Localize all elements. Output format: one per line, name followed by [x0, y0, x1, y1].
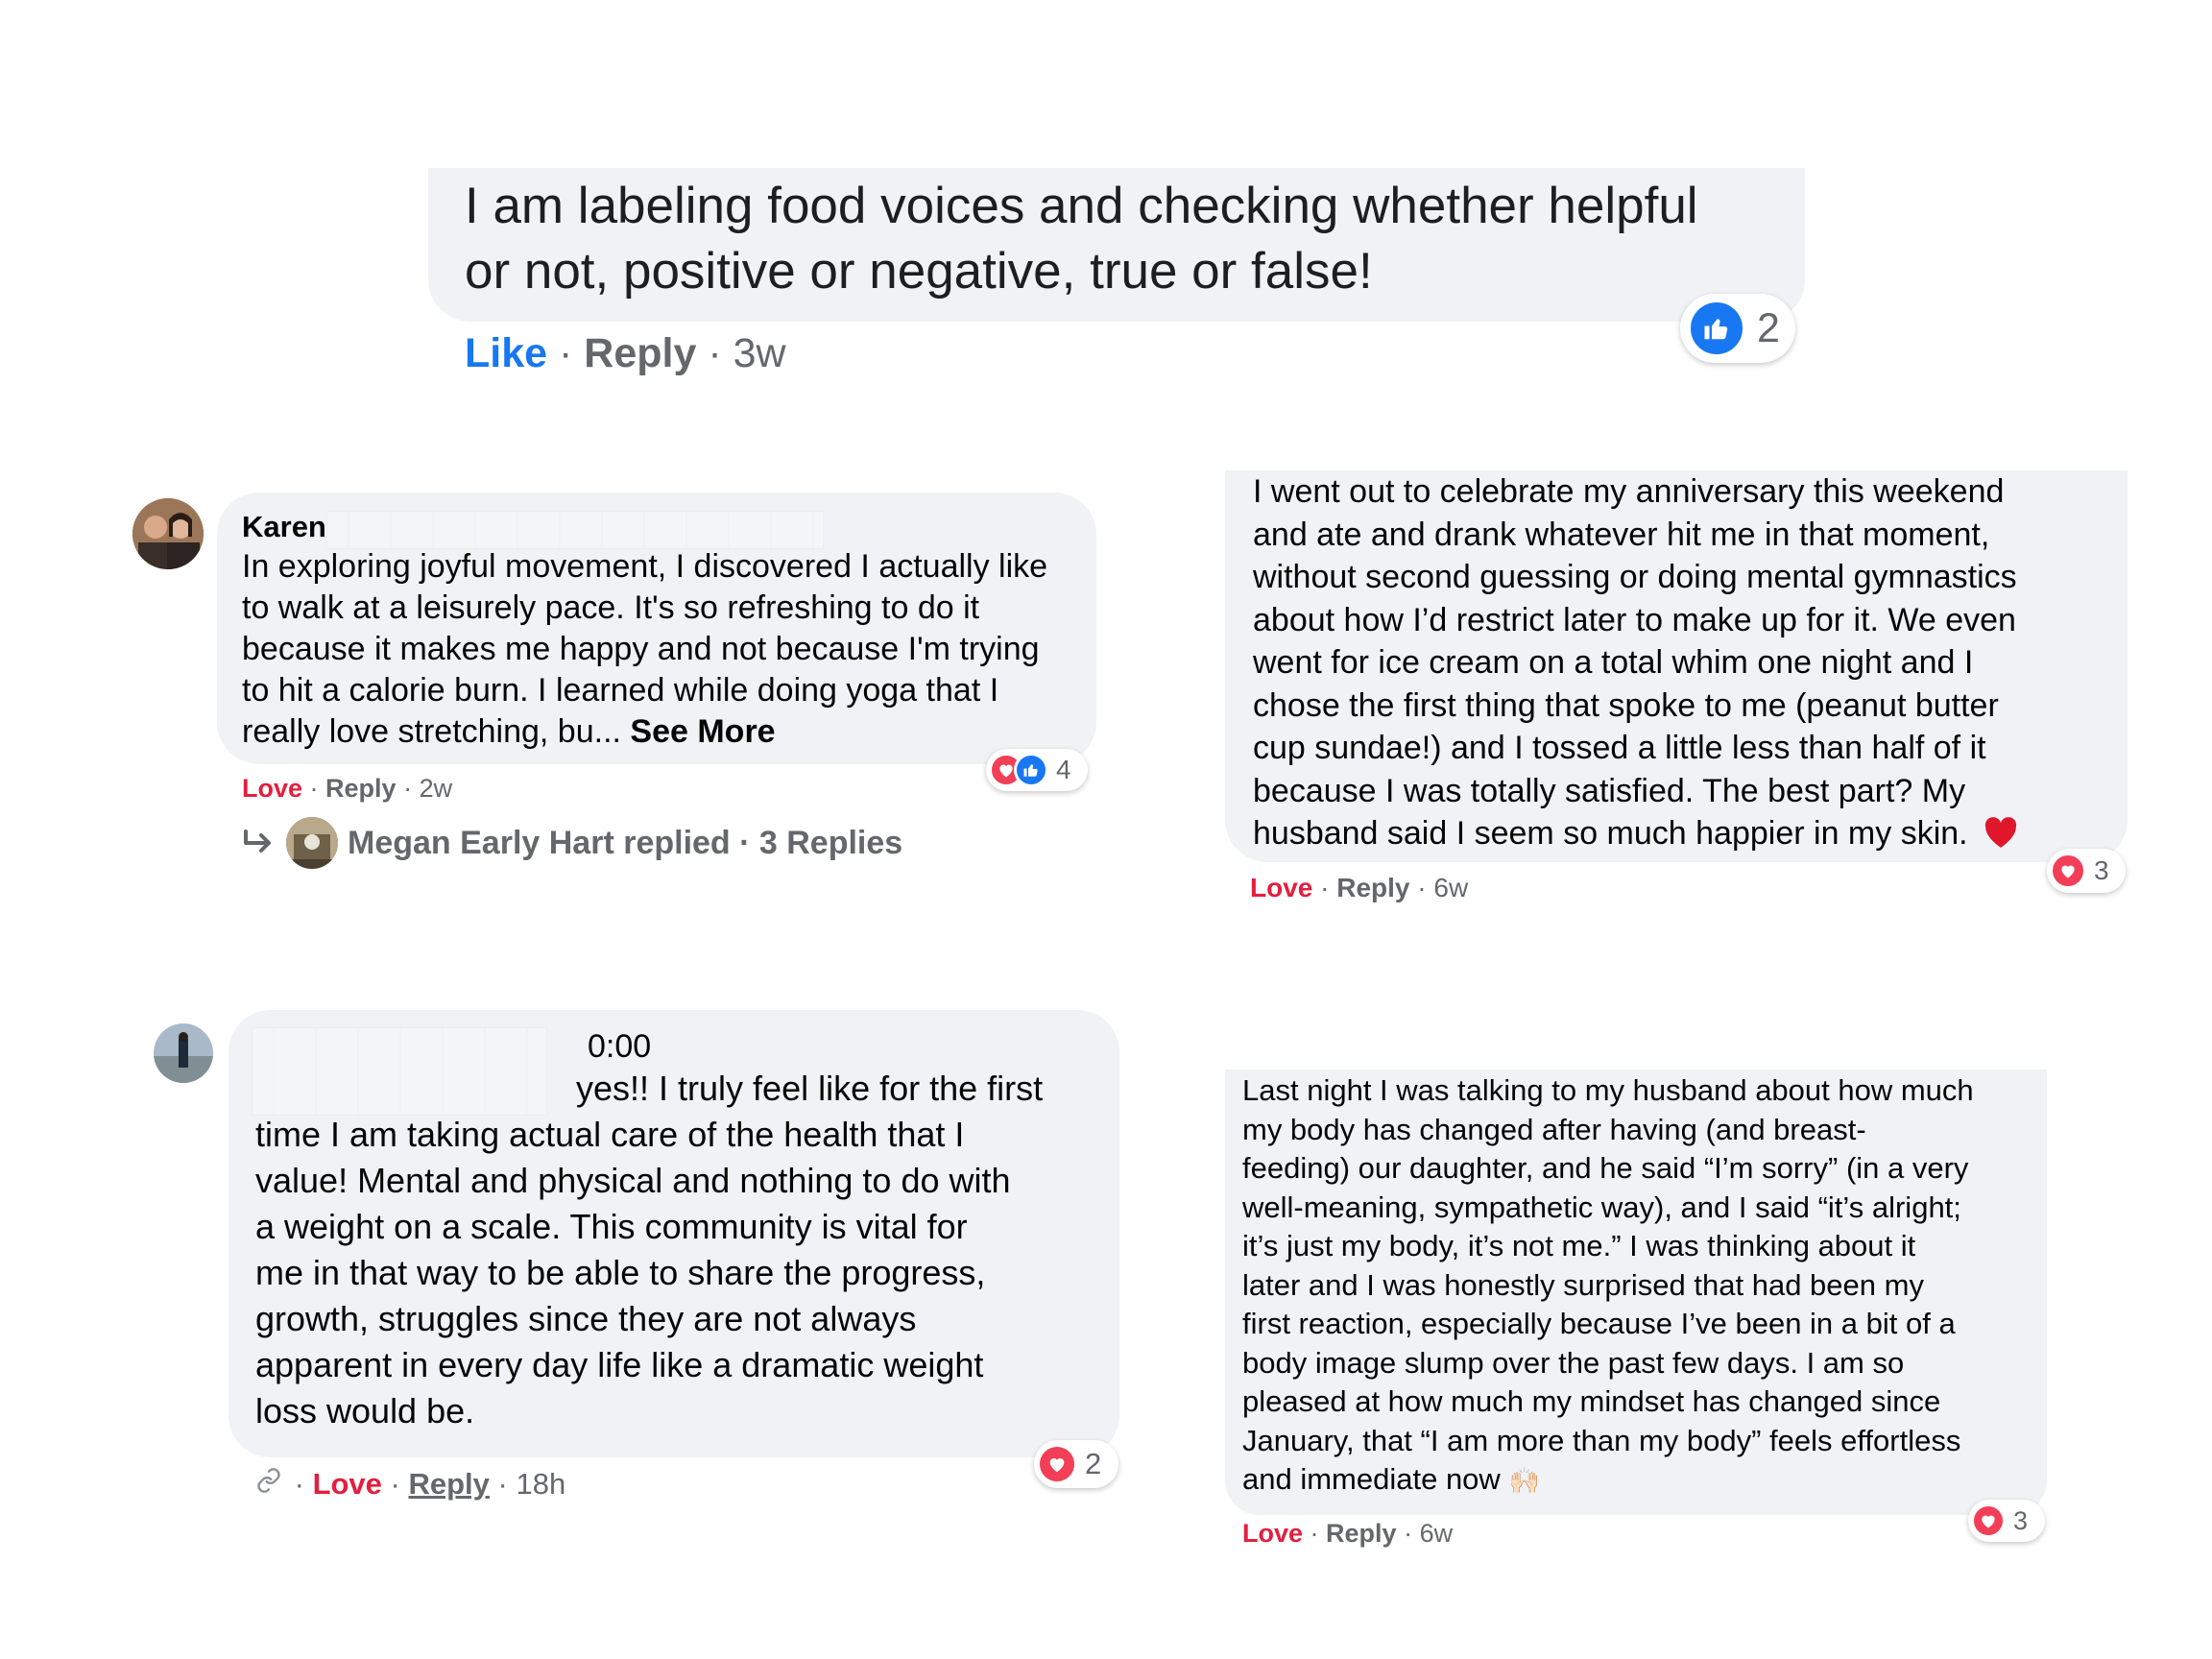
love-button[interactable]: Love — [1242, 1519, 1303, 1548]
comment-text: time I am taking actual care of the heal… — [255, 1115, 1011, 1431]
love-button[interactable]: Love — [1250, 873, 1312, 902]
replies-summary: Megan Early Hart replied · 3 Replies — [348, 824, 903, 861]
comment-actions-3: Love · Reply · 6w — [1250, 873, 1469, 902]
reaction-count: 2 — [1757, 304, 1780, 351]
timestamp: 18h — [516, 1467, 566, 1501]
reaction-badge-1[interactable]: 2 — [1680, 294, 1795, 363]
love-button[interactable]: Love — [242, 774, 302, 803]
redacted-audio-player — [252, 1027, 547, 1116]
comment-actions-4: · Love · Reply · 18h — [255, 1465, 565, 1503]
heart-reaction-icon — [1037, 1444, 1077, 1484]
reaction-badge-3[interactable]: 3 — [2047, 849, 2126, 893]
audio-timestamp: 0:00 — [588, 1028, 652, 1065]
reaction-count: 3 — [2013, 1505, 2029, 1535]
comment-text-first-line: yes!! I truly feel like for the first — [576, 1069, 1044, 1108]
comment-text: I am labeling food voices and checking w… — [465, 178, 1698, 300]
comment-bubble-3: I went out to celebrate my anniversary t… — [1225, 470, 2128, 862]
heart-emoji — [1983, 815, 2019, 861]
replies-row[interactable]: Megan Early Hart replied · 3 Replies — [242, 816, 902, 870]
comment-text: I went out to celebrate my anniversary t… — [1253, 473, 2017, 852]
reply-button[interactable]: Reply — [1336, 873, 1409, 902]
reply-button[interactable]: Reply — [1326, 1519, 1397, 1548]
heart-reaction-icon — [1971, 1503, 2006, 1538]
comment-actions-5: Love · Reply · 6w — [1242, 1519, 1454, 1548]
love-button[interactable]: Love — [313, 1465, 382, 1503]
avatar[interactable] — [154, 1023, 213, 1083]
heart-reaction-icon — [2050, 853, 2086, 889]
timestamp: 3w — [733, 330, 786, 376]
timestamp: 2w — [419, 774, 453, 803]
avatar — [286, 817, 338, 869]
raised-hands-emoji: 🙌🏻 — [1508, 1466, 1540, 1495]
like-reaction-icon — [1688, 300, 1745, 357]
reply-button[interactable]: Reply — [325, 774, 397, 803]
reaction-badge-2[interactable]: 4 — [986, 749, 1088, 791]
timestamp: 6w — [1433, 873, 1469, 902]
avatar[interactable] — [132, 498, 204, 569]
comment-actions-1: Like · Reply · 3w — [465, 330, 786, 376]
timestamp: 6w — [1419, 1519, 1454, 1548]
reply-arrow-icon — [242, 828, 280, 859]
reaction-count: 3 — [2094, 855, 2109, 885]
comment-bubble-1: I am labeling food voices and checking w… — [428, 168, 1805, 322]
reaction-badge-4[interactable]: 2 — [1034, 1440, 1118, 1488]
redacted-name — [326, 511, 824, 549]
reaction-count: 2 — [1085, 1447, 1102, 1480]
link-icon[interactable] — [255, 1465, 286, 1503]
see-more-link[interactable]: See More — [630, 713, 775, 750]
reaction-count: 4 — [1056, 755, 1071, 784]
comment-text: Last night I was talking to my husband a… — [1242, 1073, 1974, 1496]
like-reaction-icon — [1014, 753, 1048, 787]
comment-bubble-5: Last night I was talking to my husband a… — [1225, 1070, 2047, 1515]
reply-button[interactable]: Reply — [584, 330, 696, 376]
reply-button[interactable]: Reply — [408, 1465, 489, 1503]
comment-actions-2: Love · Reply · 2w — [242, 774, 453, 803]
like-button[interactable]: Like — [465, 330, 547, 376]
reaction-badge-5[interactable]: 3 — [1968, 1500, 2045, 1542]
